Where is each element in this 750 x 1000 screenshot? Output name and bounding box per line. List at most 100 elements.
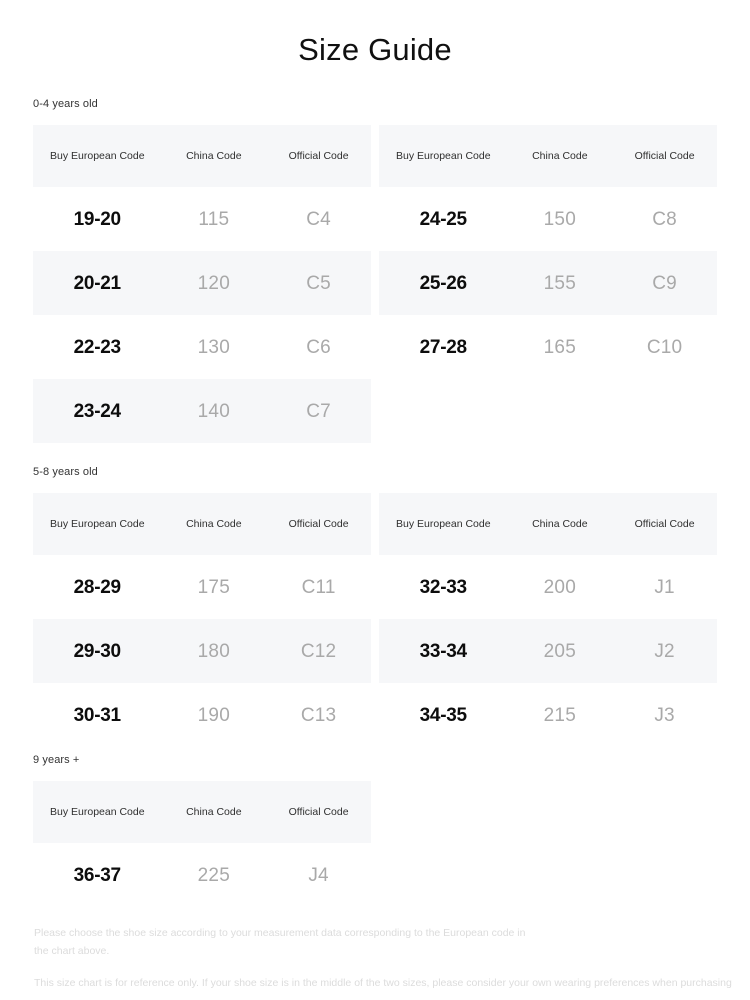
cell-european-code: 23-24: [33, 379, 162, 444]
cell-european-code: 32-33: [419, 576, 467, 598]
column-header-european-code: Buy European Code: [33, 125, 162, 188]
table-col-right: Buy European Code China Code Official Co…: [379, 493, 717, 747]
cell-china-code: 155: [507, 251, 613, 316]
cell-european-code: 25-26: [379, 251, 508, 316]
cell-china-code: 190: [197, 704, 230, 726]
table-head: Buy European Code China Code Official Co…: [33, 493, 371, 556]
cell-china-code: 150: [543, 208, 576, 230]
size-table: Buy European Code China Code Official Co…: [33, 125, 371, 444]
cell-china-code: 175: [197, 576, 230, 598]
size-section-9-years-plus: 9 years + Buy European Code China Code O…: [0, 755, 750, 907]
table-row: 20-21 120 C5: [33, 251, 371, 316]
cell-official-code: C10: [646, 336, 683, 358]
cell-china-code: 180: [161, 619, 267, 684]
table-row: 27-28 165 C10: [379, 315, 717, 379]
cell-china-code: 200: [543, 576, 576, 598]
size-guide-page: Size Guide 0-4 years old Buy European Co…: [0, 0, 750, 1000]
column-header-china-code: China Code: [507, 493, 613, 556]
table-row: 30-31 190 C13: [33, 683, 371, 747]
table-head: Buy European Code China Code Official Co…: [33, 781, 371, 844]
column-header-european-code: Buy European Code: [379, 493, 508, 556]
column-header-official-code: Official Code: [612, 125, 717, 188]
cell-european-code: 30-31: [73, 704, 121, 726]
cell-european-code: 33-34: [379, 619, 508, 684]
cell-official-code: C11: [301, 576, 336, 598]
table-row: 32-33 200 J1: [379, 555, 717, 619]
cell-china-code: 165: [543, 336, 576, 358]
cell-european-code: 22-23: [73, 336, 121, 358]
column-header-china-code: China Code: [507, 125, 613, 188]
table-body: 19-20 115 C4 20-21 120 C5 22-23 130 C6 2…: [33, 187, 371, 444]
size-section-5-8-years: 5-8 years old Buy European Code China Co…: [0, 467, 750, 747]
cell-european-code: 24-25: [419, 208, 467, 230]
cell-european-code: 28-29: [73, 576, 121, 598]
cell-official-code: C7: [266, 379, 371, 444]
note-measurement: Please choose the shoe size according to…: [34, 927, 526, 957]
table-row: 33-34 205 J2: [379, 619, 717, 684]
cell-official-code: J3: [654, 704, 675, 726]
cell-official-code: C9: [612, 251, 717, 316]
column-header-china-code: China Code: [161, 781, 267, 844]
column-header-official-code: Official Code: [266, 781, 371, 844]
size-table: Buy European Code China Code Official Co…: [379, 125, 717, 379]
table-body: 32-33 200 J1 33-34 205 J2 34-35 215 J3: [379, 555, 717, 747]
table-row: 25-26 155 C9: [379, 251, 717, 316]
section-label: 0-4 years old: [33, 98, 98, 111]
table-row: 24-25 150 C8: [379, 187, 717, 251]
cell-china-code: 130: [197, 336, 230, 358]
tables-row: Buy European Code China Code Official Co…: [33, 493, 717, 747]
tables-row: Buy European Code China Code Official Co…: [33, 781, 717, 907]
cell-official-code: C4: [306, 208, 331, 230]
cell-china-code: 120: [161, 251, 267, 316]
table-head: Buy European Code China Code Official Co…: [33, 125, 371, 188]
table-row: 29-30 180 C12: [33, 619, 371, 684]
column-header-china-code: China Code: [161, 493, 267, 556]
table-head: Buy European Code China Code Official Co…: [379, 493, 717, 556]
table-body: 28-29 175 C11 29-30 180 C12 30-31 190 C1…: [33, 555, 371, 747]
table-col-left: Buy European Code China Code Official Co…: [33, 125, 371, 444]
table-col-left: Buy European Code China Code Official Co…: [33, 781, 371, 907]
cell-official-code: J4: [308, 864, 329, 886]
table-header-row: Buy European Code China Code Official Co…: [33, 493, 371, 556]
cell-european-code: 27-28: [419, 336, 467, 358]
cell-official-code: C8: [652, 208, 677, 230]
cell-european-code: 36-37: [73, 864, 121, 886]
section-label: 5-8 years old: [33, 466, 98, 479]
size-table: Buy European Code China Code Official Co…: [33, 781, 371, 907]
table-header-row: Buy European Code China Code Official Co…: [33, 125, 371, 188]
column-header-european-code: Buy European Code: [379, 125, 508, 188]
table-row: 19-20 115 C4: [33, 187, 371, 251]
column-header-official-code: Official Code: [612, 493, 717, 556]
cell-official-code: C13: [300, 704, 337, 726]
table-row: 28-29 175 C11: [33, 555, 371, 619]
cell-official-code: J2: [612, 619, 717, 684]
table-header-row: Buy European Code China Code Official Co…: [33, 781, 371, 844]
note-reference-only: This size chart is for reference only. I…: [34, 976, 732, 989]
cell-official-code: C5: [266, 251, 371, 316]
section-label: 9 years +: [33, 754, 80, 767]
table-header-row: Buy European Code China Code Official Co…: [379, 125, 717, 188]
table-row: 34-35 215 J3: [379, 683, 717, 747]
cell-official-code: C6: [306, 336, 331, 358]
cell-china-code: 140: [161, 379, 267, 444]
column-header-european-code: Buy European Code: [33, 493, 162, 556]
cell-european-code: 34-35: [419, 704, 467, 726]
table-col-left: Buy European Code China Code Official Co…: [33, 493, 371, 747]
table-row: 36-37 225 J4: [33, 843, 371, 907]
column-header-european-code: Buy European Code: [33, 781, 162, 844]
cell-european-code: 29-30: [33, 619, 162, 684]
notes-section: Please choose the shoe size according to…: [0, 925, 750, 1000]
table-col-right: Buy European Code China Code Official Co…: [379, 125, 717, 443]
table-row: 23-24 140 C7: [33, 379, 371, 444]
column-header-official-code: Official Code: [266, 125, 371, 188]
column-header-official-code: Official Code: [266, 493, 371, 556]
table-body: 36-37 225 J4: [33, 843, 371, 907]
table-head: Buy European Code China Code Official Co…: [379, 125, 717, 188]
column-header-china-code: China Code: [161, 125, 267, 188]
cell-china-code: 115: [198, 208, 230, 230]
size-section-0-4-years: 0-4 years old Buy European Code China Co…: [0, 98, 750, 444]
cell-official-code: J1: [654, 576, 675, 598]
size-table: Buy European Code China Code Official Co…: [33, 493, 371, 747]
table-body: 24-25 150 C8 25-26 155 C9 27-28 165 C10: [379, 187, 717, 379]
tables-row: Buy European Code China Code Official Co…: [33, 125, 717, 444]
